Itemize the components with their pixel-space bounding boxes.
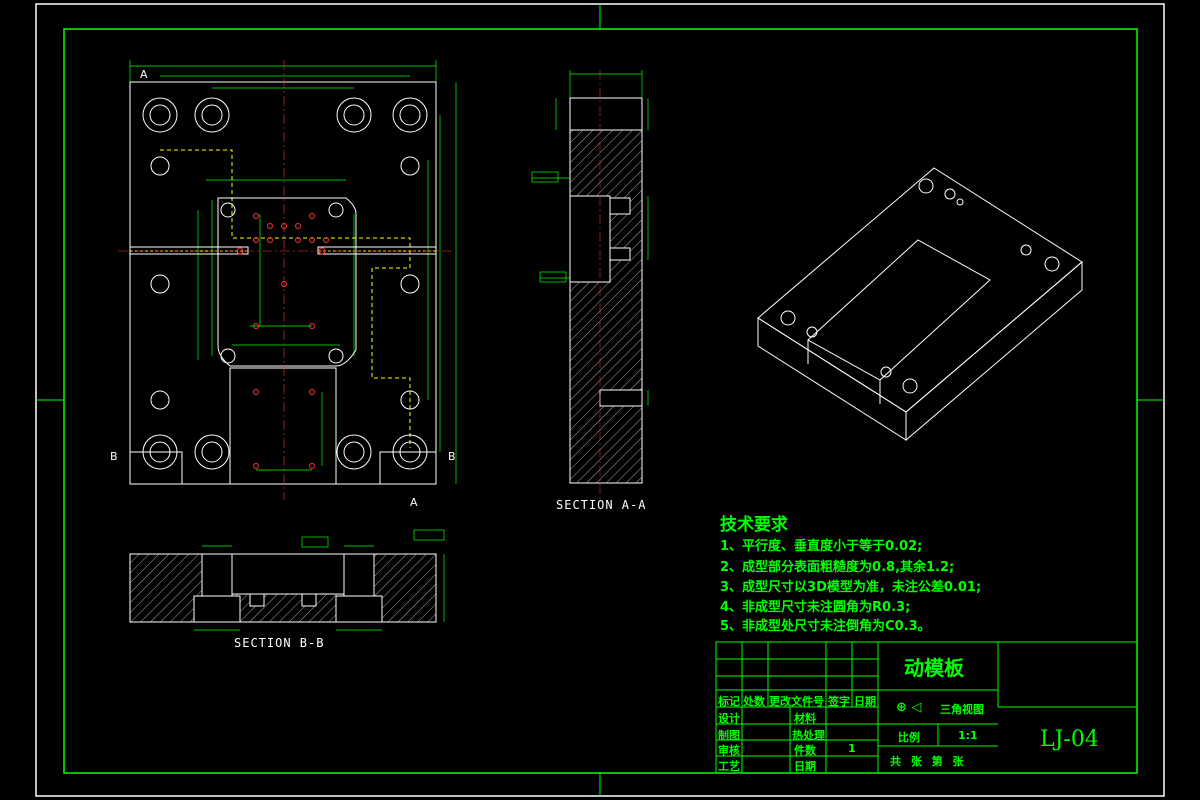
- drawing-canvas: [35, 3, 1165, 797]
- tech-requirements-title: 技术要求: [720, 515, 788, 535]
- projection-label: 三角视图: [940, 703, 984, 716]
- tech-requirement-item: 4、非成型尺寸未注圆角为R0.3;: [720, 600, 911, 615]
- tech-requirement-item: 2、成型部分表面粗糙度为0.8,其余1.2;: [720, 560, 955, 575]
- heat-treatment-label: 热处理: [792, 729, 825, 742]
- tech-requirement-item: 5、非成型处尺寸未注倒角为C0.3。: [720, 619, 931, 634]
- cut-label-a-top: A: [140, 68, 148, 81]
- tech-requirement-item: 3、成型尺寸以3D模型为准，未注公差0.01;: [720, 580, 982, 595]
- header-date: 日期: [854, 695, 876, 708]
- material-label: 材料: [794, 712, 816, 725]
- projection-symbol-icon: ⊕ ◁: [896, 700, 922, 715]
- quantity-value: 1: [848, 742, 856, 755]
- row-process: 工艺: [718, 760, 740, 773]
- sheets-label: 共 张 第 张: [890, 755, 967, 768]
- tech-requirement-item: 1、平行度、垂直度小于等于0.02;: [720, 539, 923, 554]
- row-review: 审核: [718, 744, 740, 757]
- quantity-label: 件数: [794, 744, 816, 757]
- drawing-number: LJ-04: [1040, 727, 1099, 752]
- section-bb-view: [129, 529, 445, 631]
- section-aa-view: [531, 70, 649, 500]
- cut-label-b-left: B: [110, 450, 118, 463]
- scale-label: 比例: [898, 731, 920, 744]
- date-label: 日期: [794, 760, 816, 773]
- section-bb-label: SECTION B-B: [234, 636, 325, 650]
- scale-value: 1:1: [958, 729, 978, 742]
- header-count: 处数: [743, 695, 765, 708]
- header-change-doc: 更改文件号: [769, 695, 824, 708]
- header-sign: 签字: [828, 695, 850, 708]
- cut-label-a-bottom: A: [410, 496, 418, 509]
- section-aa-label: SECTION A-A: [556, 498, 647, 512]
- isometric-view: [757, 167, 1083, 442]
- top-view: [118, 60, 457, 500]
- header-mark: 标记: [718, 695, 740, 708]
- row-drafting: 制图: [718, 729, 740, 742]
- part-name: 动模板: [904, 656, 964, 680]
- cut-label-b-right: B: [448, 450, 456, 463]
- row-design: 设计: [718, 712, 740, 725]
